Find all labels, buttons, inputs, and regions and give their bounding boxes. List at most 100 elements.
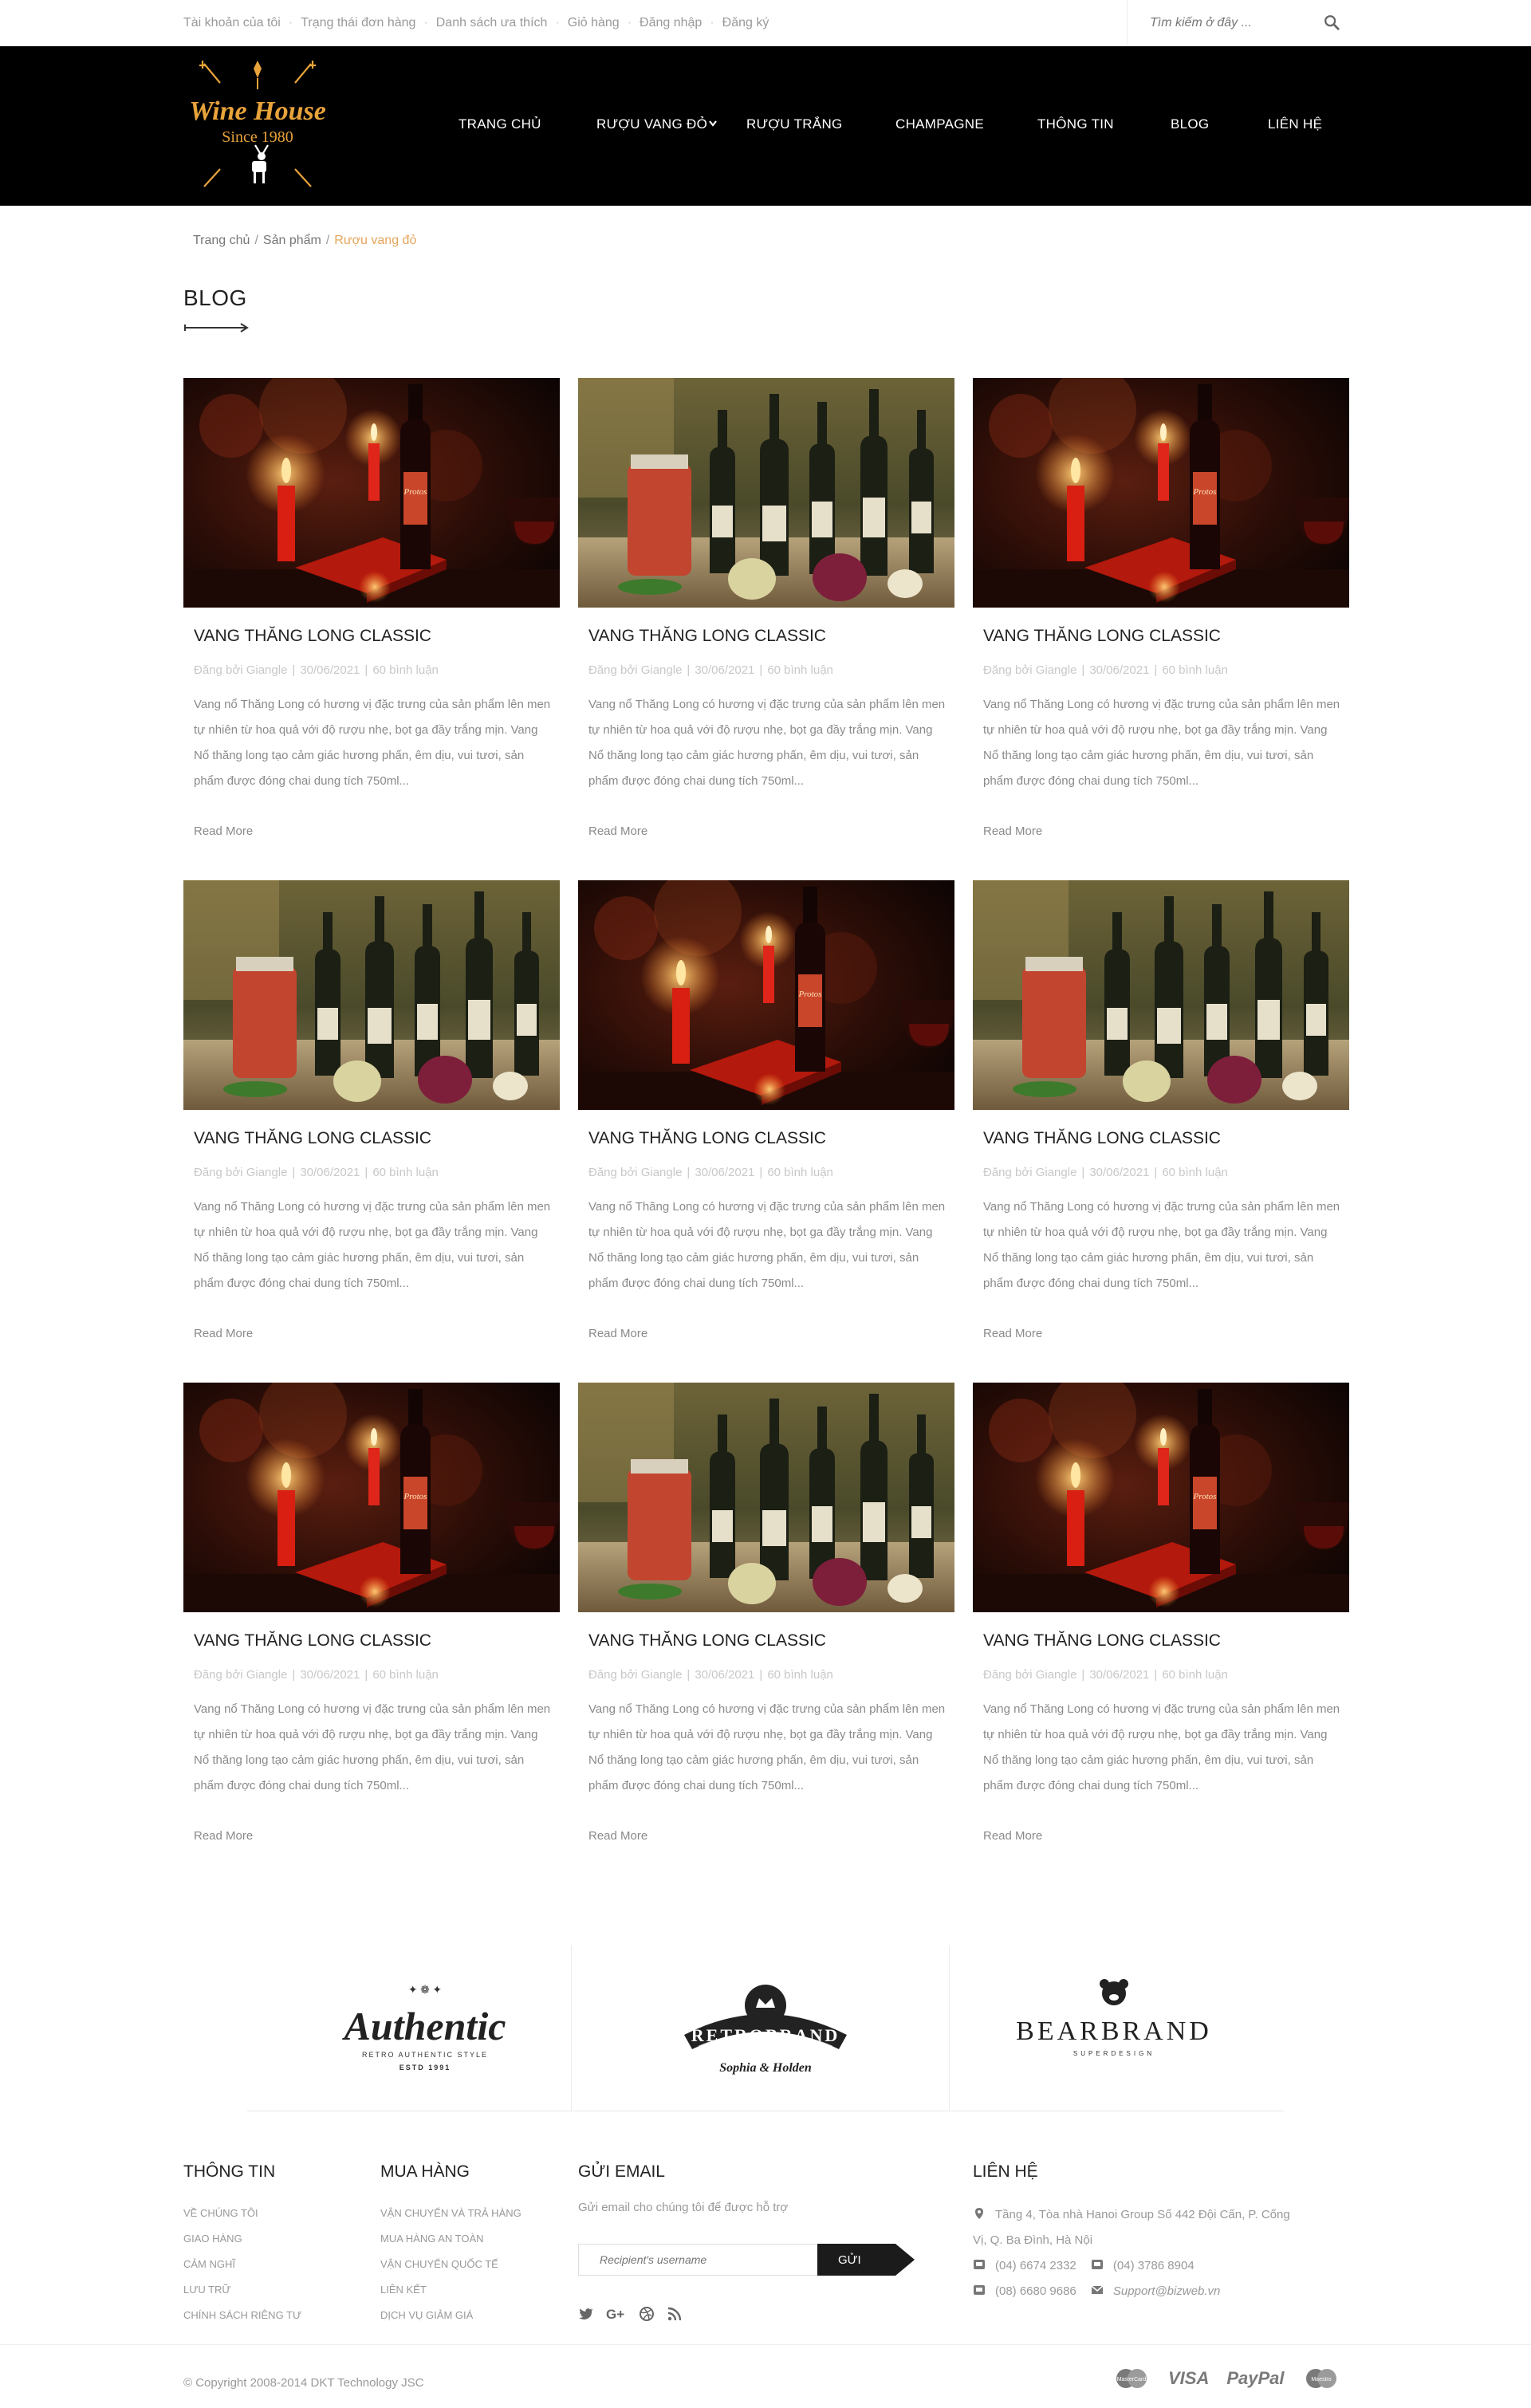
blog-post-card: VANG THĂNG LONG CLASSIC Đăng bởi Giangle |… bbox=[183, 880, 560, 1359]
breadcrumb-products[interactable]: Sản phẩm bbox=[263, 234, 321, 247]
support-email[interactable]: Support@bizweb.vn bbox=[1113, 2284, 1220, 2298]
post-comments[interactable]: 60 bình luận bbox=[767, 1166, 833, 1179]
post-title[interactable]: VANG THĂNG LONG CLASSIC bbox=[588, 1631, 826, 1651]
post-comments[interactable]: 60 bình luận bbox=[1162, 663, 1228, 677]
footer-info-links: VỀ CHÚNG TÔI GIAO HÀNG CẢM NGHĨ LƯU TRỮ … bbox=[183, 2201, 301, 2328]
post-thumbnail[interactable] bbox=[973, 378, 1349, 608]
send-email-button[interactable]: GỬI bbox=[817, 2244, 895, 2276]
post-thumbnail[interactable] bbox=[578, 880, 954, 1110]
post-meta: Đăng bởi Giangle | 30/06/2021 | 60 bình luận bbox=[983, 663, 1228, 677]
footer-heading: MUA HÀNG bbox=[380, 2162, 470, 2181]
post-comments[interactable]: 60 bình luận bbox=[372, 1166, 439, 1179]
blog-post-card: VANG THĂNG LONG CLASSIC Đăng bởi Giangle |… bbox=[578, 378, 954, 856]
post-thumbnail[interactable] bbox=[973, 1383, 1349, 1612]
google-plus-icon[interactable]: G+ bbox=[606, 2306, 627, 2322]
rss-icon[interactable] bbox=[667, 2306, 683, 2322]
wine-house-logo[interactable]: Wine House Since 1980 bbox=[182, 57, 333, 195]
footer-shop-links: VẬN CHUYỂN VÀ TRẢ HÀNG MUA HÀNG AN TOÀN … bbox=[380, 2201, 521, 2328]
read-more-link[interactable]: Read More bbox=[983, 824, 1042, 838]
phone-2[interactable]: (04) 3786 8904 bbox=[1113, 2259, 1194, 2272]
footer-link-archive[interactable]: LƯU TRỮ bbox=[183, 2277, 301, 2303]
post-comments[interactable]: 60 bình luận bbox=[1162, 1668, 1228, 1682]
link-cart[interactable]: Giỏ hàng bbox=[568, 16, 620, 30]
read-more-link[interactable]: Read More bbox=[588, 1327, 647, 1340]
post-thumbnail[interactable] bbox=[578, 378, 954, 608]
footer-link-testimonials[interactable]: CẢM NGHĨ bbox=[183, 2252, 301, 2277]
post-comments[interactable]: 60 bình luận bbox=[767, 663, 833, 677]
address-line-1: Tầng 4, Tòa nhà Hanoi Group Số 442 Đội C… bbox=[995, 2208, 1290, 2221]
post-author: Đăng bởi Giangle bbox=[194, 1668, 288, 1682]
read-more-link[interactable]: Read More bbox=[588, 824, 647, 838]
nav-home[interactable]: TRANG CHỦ bbox=[459, 116, 541, 132]
arrow-decoration-icon bbox=[184, 323, 249, 332]
read-more-link[interactable]: Read More bbox=[983, 1327, 1042, 1340]
separator: · bbox=[555, 16, 560, 30]
account-links: Tài khoản của tôi · Trạng thái đơn hàng … bbox=[183, 16, 769, 30]
bearbrand-logo[interactable]: BEARBRAND SUPERDESIGN bbox=[986, 1969, 1242, 2089]
post-comments[interactable]: 60 bình luận bbox=[1162, 1166, 1228, 1179]
link-wishlist[interactable]: Danh sách ưa thích bbox=[436, 16, 548, 30]
post-comments[interactable]: 60 bình luận bbox=[372, 1668, 439, 1682]
post-title[interactable]: VANG THĂNG LONG CLASSIC bbox=[194, 1631, 431, 1651]
post-title[interactable]: VANG THĂNG LONG CLASSIC bbox=[588, 627, 826, 646]
nav-red-wine[interactable]: RƯỢU VANG ĐỎ bbox=[596, 116, 707, 132]
post-comments[interactable]: 60 bình luận bbox=[372, 663, 439, 677]
post-title[interactable]: VANG THĂNG LONG CLASSIC bbox=[983, 1631, 1221, 1651]
nav-blog[interactable]: BLOG bbox=[1171, 116, 1209, 132]
post-comments[interactable]: 60 bình luận bbox=[767, 1668, 833, 1682]
nav-info[interactable]: THÔNG TIN bbox=[1037, 116, 1114, 132]
post-title[interactable]: VANG THĂNG LONG CLASSIC bbox=[194, 627, 431, 646]
read-more-link[interactable]: Read More bbox=[194, 1327, 253, 1340]
post-author: Đăng bởi Giangle bbox=[588, 1668, 683, 1682]
breadcrumb-home[interactable]: Trang chủ bbox=[193, 234, 250, 247]
read-more-link[interactable]: Read More bbox=[194, 1829, 253, 1843]
email-input[interactable] bbox=[578, 2244, 817, 2276]
search-icon[interactable] bbox=[1323, 14, 1340, 31]
contact-address: Tầng 4, Tòa nhà Hanoi Group Số 442 Đội C… bbox=[973, 2202, 1290, 2228]
footer-link-affiliates[interactable]: LIÊN KẾT bbox=[380, 2277, 521, 2303]
post-title[interactable]: VANG THĂNG LONG CLASSIC bbox=[983, 1129, 1221, 1148]
separator: | bbox=[759, 1166, 763, 1179]
post-thumbnail[interactable] bbox=[183, 1383, 560, 1612]
nav-champagne[interactable]: CHAMPAGNE bbox=[895, 116, 984, 132]
footer-link-secure-shopping[interactable]: MUA HÀNG AN TOÀN bbox=[380, 2226, 521, 2252]
chevron-down-icon bbox=[709, 120, 717, 127]
search-input[interactable] bbox=[1150, 13, 1317, 33]
phone-3[interactable]: (08) 6680 9686 bbox=[995, 2284, 1076, 2298]
link-my-account[interactable]: Tài khoản của tôi bbox=[183, 16, 281, 30]
post-thumbnail[interactable] bbox=[183, 880, 560, 1110]
phone-icon bbox=[974, 2260, 985, 2269]
twitter-icon[interactable] bbox=[578, 2306, 594, 2322]
post-title[interactable]: VANG THĂNG LONG CLASSIC bbox=[194, 1129, 431, 1148]
post-thumbnail[interactable] bbox=[183, 378, 560, 608]
post-title[interactable]: VANG THĂNG LONG CLASSIC bbox=[983, 627, 1221, 646]
post-excerpt: Vang nổ Thăng Long có hương vị đặc trưng… bbox=[588, 1702, 946, 1792]
post-thumbnail[interactable] bbox=[973, 880, 1349, 1110]
nav-contact[interactable]: LIÊN HỆ bbox=[1268, 116, 1322, 132]
footer-heading: LIÊN HỆ bbox=[973, 2162, 1038, 2181]
post-meta: Đăng bởi Giangle | 30/06/2021 | 60 bình luận bbox=[588, 663, 833, 677]
footer-link-discounts[interactable]: DỊCH VỤ GIẢM GIÁ bbox=[380, 2303, 521, 2328]
read-more-link[interactable]: Read More bbox=[983, 1829, 1042, 1843]
post-thumbnail[interactable] bbox=[578, 1383, 954, 1612]
retrobrand-logo[interactable]: RETROBRAND Sophia & Holden bbox=[638, 1969, 893, 2089]
read-more-link[interactable]: Read More bbox=[194, 824, 253, 838]
post-author: Đăng bởi Giangle bbox=[588, 1166, 683, 1179]
link-order-status[interactable]: Trạng thái đơn hàng bbox=[301, 16, 415, 30]
post-title[interactable]: VANG THĂNG LONG CLASSIC bbox=[588, 1129, 826, 1148]
nav-white-wine[interactable]: RƯỢU TRẮNG bbox=[746, 116, 843, 132]
link-login[interactable]: Đăng nhập bbox=[640, 16, 702, 30]
footer-link-shipping-returns[interactable]: VẬN CHUYỂN VÀ TRẢ HÀNG bbox=[380, 2201, 521, 2226]
phone-1[interactable]: (04) 6674 2332 bbox=[995, 2259, 1076, 2272]
svg-text:✦ ❁ ✦: ✦ ❁ ✦ bbox=[408, 1985, 442, 1997]
post-author: Đăng bởi Giangle bbox=[194, 1166, 288, 1179]
footer-link-privacy[interactable]: CHÍNH SÁCH RIÊNG TƯ bbox=[183, 2303, 301, 2328]
footer-link-international-shipping[interactable]: VẬN CHUYỂN QUỐC TẾ bbox=[380, 2252, 521, 2277]
dribbble-icon[interactable] bbox=[639, 2306, 655, 2322]
read-more-link[interactable]: Read More bbox=[588, 1829, 647, 1843]
separator: · bbox=[710, 16, 714, 30]
footer-link-delivery[interactable]: GIAO HÀNG bbox=[183, 2226, 301, 2252]
link-register[interactable]: Đăng ký bbox=[722, 16, 769, 30]
footer-link-about[interactable]: VỀ CHÚNG TÔI bbox=[183, 2201, 301, 2226]
authentic-brand-logo[interactable]: ✦ ❁ ✦ Authentic RETRO AUTHENTIC STYLE ES… bbox=[297, 1969, 553, 2089]
